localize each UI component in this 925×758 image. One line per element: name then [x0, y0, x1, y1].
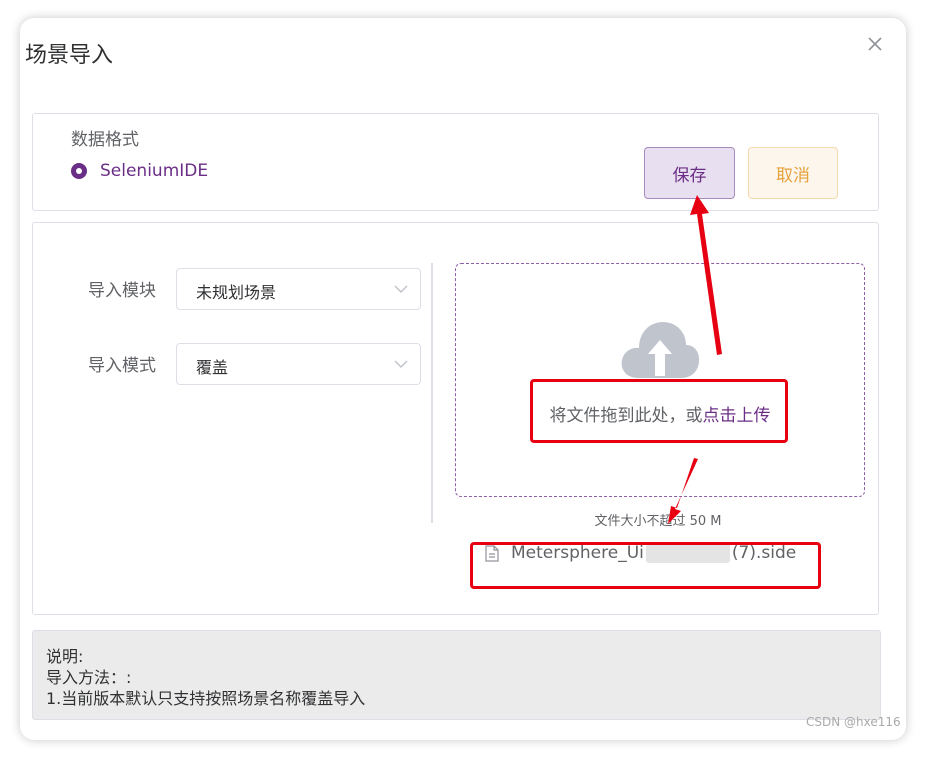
dropzone-text: 将文件拖到此处，或点击上传 [456, 401, 864, 426]
uploaded-file-item[interactable]: Metersphere_Ui (7).side [485, 543, 796, 563]
format-panel: 数据格式 SeleniumIDE 保存 取消 [32, 113, 879, 211]
note-detail: 1.当前版本默认只支持按照场景名称覆盖导入 [46, 689, 366, 708]
close-icon[interactable] [865, 34, 885, 54]
module-label: 导入模块 [88, 281, 156, 301]
file-name-suffix: (7).side [731, 543, 797, 563]
watermark: CSDN @hxe116 [806, 715, 901, 729]
mode-label: 导入模式 [88, 356, 156, 376]
cancel-button[interactable]: 取消 [748, 147, 838, 199]
import-panel: 导入模块 未规划场景 导入模式 覆盖 将文件拖到此处，或点击上传 文件大小不超过… [32, 222, 879, 615]
module-select[interactable]: 未规划场景 [176, 268, 421, 310]
format-label: 数据格式 [71, 130, 139, 150]
upload-cloud-icon [621, 322, 700, 378]
chevron-down-icon [394, 360, 408, 369]
instructions-box: 说明: 导入方法：: 1.当前版本默认只支持按照场景名称覆盖导入 [32, 630, 881, 720]
module-select-value: 未规划场景 [196, 283, 277, 302]
dialog-title: 场景导入 [25, 43, 114, 68]
drag-text: 将文件拖到此处，或 [549, 406, 703, 426]
radio-checked-icon [71, 163, 87, 179]
format-radio-seleniumide[interactable]: SeleniumIDE [71, 161, 208, 181]
document-icon [485, 544, 499, 562]
vertical-divider [431, 263, 433, 523]
chevron-down-icon [394, 285, 408, 294]
upload-tip: 文件大小不超过 50 M [594, 514, 722, 529]
format-option-label: SeleniumIDE [100, 161, 209, 181]
redacted-mask [645, 543, 730, 563]
upload-dropzone[interactable]: 将文件拖到此处，或点击上传 [455, 263, 865, 497]
save-button[interactable]: 保存 [644, 147, 735, 199]
click-upload-link[interactable]: 点击上传 [703, 406, 771, 426]
import-dialog: 场景导入 数据格式 SeleniumIDE 保存 取消 导入模块 未规划场景 导… [20, 18, 906, 740]
mode-select[interactable]: 覆盖 [176, 343, 421, 385]
file-name-prefix: Metersphere_Ui [511, 543, 644, 563]
mode-select-value: 覆盖 [196, 358, 229, 377]
